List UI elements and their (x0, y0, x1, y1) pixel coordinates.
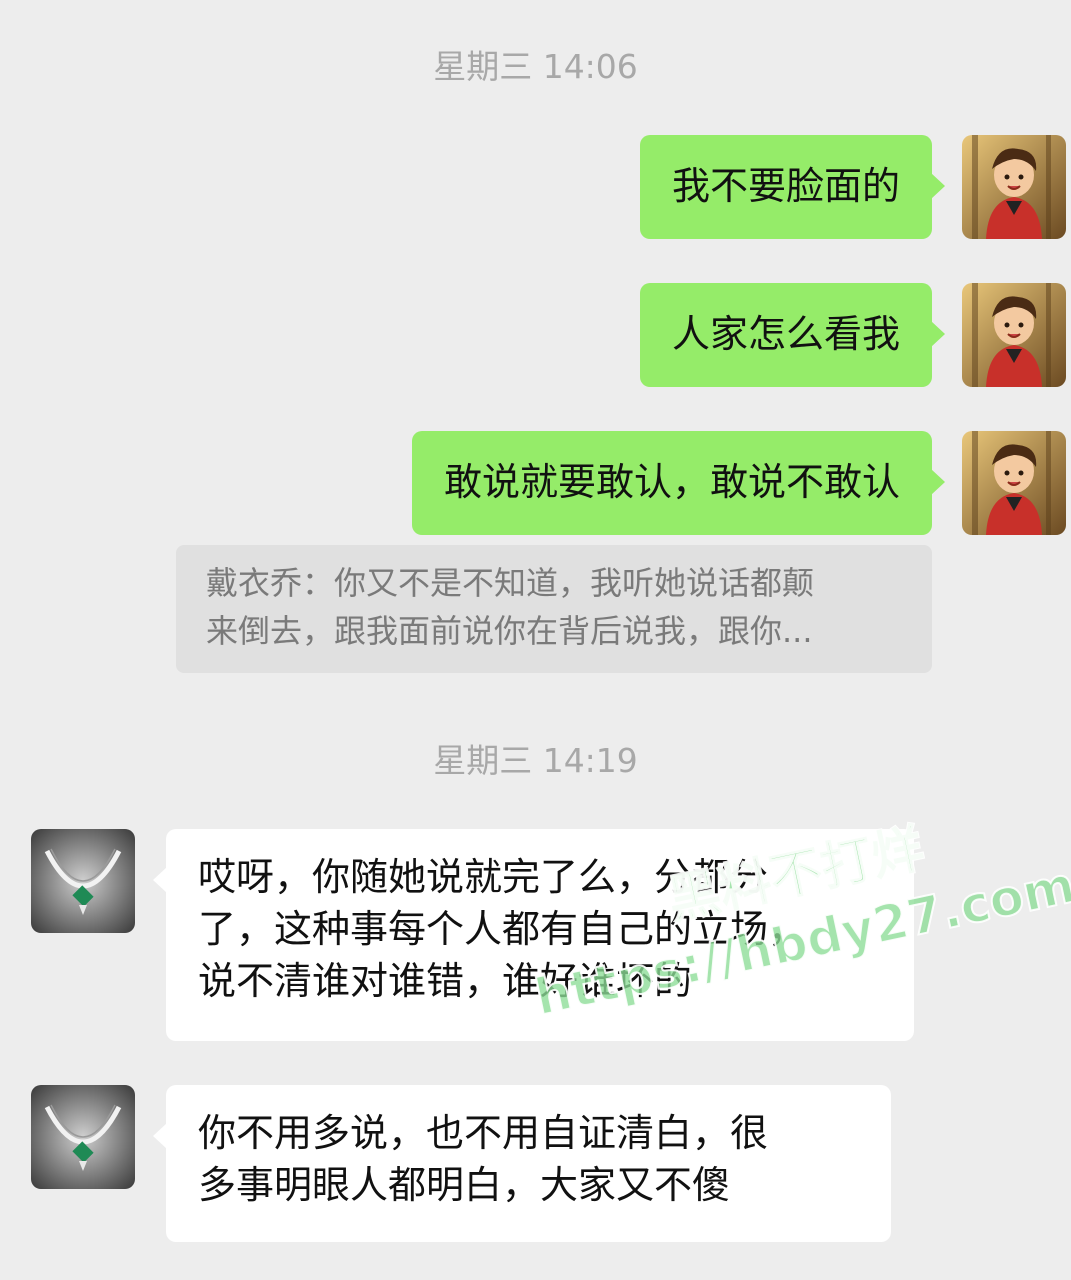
message-text: 多事明眼人都明白，大家又不傻 (198, 1163, 731, 1207)
self-avatar-icon[interactable] (962, 431, 1066, 535)
outgoing-message-bubble[interactable]: 敢说就要敢认，敢说不敢认 (411, 431, 946, 535)
incoming-message-bubble[interactable]: 哎呀，你随她说就完了么，分都分 了，这种事每个人都有自己的立场， 说不清谁对谁错… (153, 829, 914, 1041)
contact-avatar-icon[interactable] (31, 1085, 135, 1189)
message-text: 哎呀，你随她说就完了么，分都分 (198, 855, 769, 899)
self-avatar-icon[interactable] (962, 283, 1066, 387)
self-avatar-icon[interactable] (962, 135, 1066, 239)
message-text: 说不清谁对谁错，谁好谁坏的 (198, 959, 693, 1003)
outgoing-message-bubble[interactable]: 人家怎么看我 (639, 283, 946, 387)
message-text: 人家怎么看我 (671, 312, 900, 356)
message-text: 敢说就要敢认，敢说不敢认 (443, 460, 900, 504)
message-text: 了，这种事每个人都有自己的立场， (198, 907, 807, 951)
contact-avatar-icon[interactable] (31, 829, 135, 933)
incoming-message-bubble[interactable]: 你不用多说，也不用自证清白，很 多事明眼人都明白，大家又不傻 (153, 1085, 891, 1242)
message-text: 我不要脸面的 (671, 164, 900, 208)
quoted-message[interactable]: 戴衣乔：你又不是不知道，我听她说话都颠 来倒去，跟我面前说你在背后说我，跟你..… (176, 545, 932, 673)
quote-text-line: 来倒去，跟我面前说你在背后说我，跟你... (206, 612, 813, 650)
quote-text-line: 戴衣乔：你又不是不知道，我听她说话都颠 (206, 564, 815, 602)
timestamp: 星期三 14:19 (433, 741, 638, 780)
message-text: 你不用多说，也不用自证清白，很 (198, 1111, 769, 1155)
timestamp: 星期三 14:06 (433, 47, 638, 86)
outgoing-message-bubble[interactable]: 我不要脸面的 (639, 135, 946, 239)
